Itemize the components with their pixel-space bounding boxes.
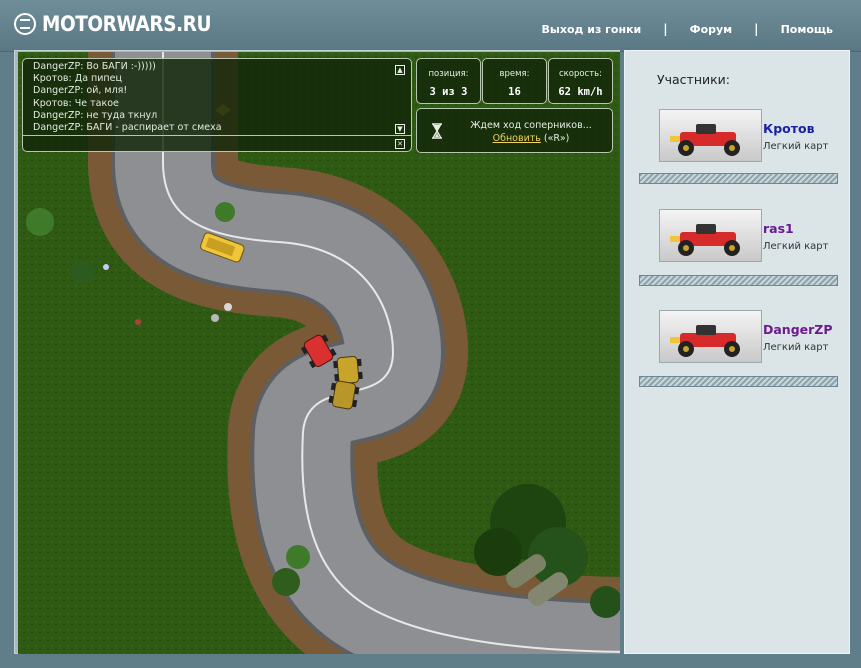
site-header: MOTORWARS.RU Выход из гонки | Форум | По… — [0, 0, 861, 52]
participant-divider — [639, 173, 838, 184]
position-label: позиция: — [428, 69, 469, 79]
participant-name[interactable]: ras1 — [763, 221, 794, 236]
chat-message: DangerZP: не туда ткнул — [33, 109, 158, 121]
participant-kart-type: Легкий карт — [763, 342, 829, 353]
position-value: 3 из 3 — [429, 86, 468, 98]
speed-value: 62 km/h — [558, 86, 603, 98]
speed-label: скорость: — [558, 69, 603, 79]
turn-status-panel: Ждем ход соперников... Обновить («R») — [416, 108, 613, 153]
exit-race-link[interactable]: Выход из гонки — [542, 23, 642, 36]
participant-divider — [639, 275, 838, 286]
chat-divider — [23, 135, 411, 136]
participant-name[interactable]: Кротов — [763, 121, 815, 136]
help-link[interactable]: Помощь — [781, 23, 833, 36]
nav-separator: | — [754, 22, 759, 36]
time-label: время: — [499, 69, 530, 79]
refresh-link[interactable]: Обновить — [493, 133, 541, 144]
chat-author: DangerZP — [33, 109, 81, 121]
status-text: Ждем ход соперников... Обновить («R») — [453, 119, 609, 145]
participant-card[interactable]: DangerZP Легкий карт — [659, 310, 859, 366]
chat-author: DangerZP — [33, 122, 81, 134]
chat-text: ой, мля! — [83, 85, 128, 97]
chat-author: DangerZP — [33, 85, 81, 97]
participant-kart-type: Легкий карт — [763, 241, 829, 252]
forum-link[interactable]: Форум — [690, 23, 733, 36]
chat-text: Да пипец — [71, 73, 122, 85]
top-navigation: Выход из гонки | Форум | Помощь — [542, 22, 833, 36]
chat-panel: DangerZP: Во БАГИ :-))))) Кротов: Да пип… — [22, 58, 412, 152]
chat-close-icon[interactable]: ✕ — [395, 139, 405, 149]
chat-author: DangerZP — [33, 61, 81, 72]
chat-message: Кротов: Да пипец — [33, 73, 122, 85]
site-logo[interactable]: MOTORWARS.RU — [14, 12, 234, 36]
chat-text: Че такое — [71, 97, 119, 109]
chat-scroll-up-icon[interactable]: ▲ — [395, 65, 405, 75]
kart-icon — [670, 124, 740, 156]
time-panel: время: 16 — [482, 58, 547, 104]
participant-card[interactable]: Кротов Легкий карт — [659, 109, 859, 165]
chat-message: DangerZP: БАГИ - распирает от смеха — [33, 122, 222, 134]
chat-text: не туда ткнул — [83, 109, 158, 121]
kart-image — [659, 209, 762, 262]
chat-author: Кротов — [33, 73, 69, 85]
refresh-hint: («R») — [540, 133, 570, 144]
chat-message: Кротов: Че такое — [33, 97, 119, 109]
logo-text: MOTORWARS.RU — [42, 12, 212, 36]
chat-log: DangerZP: Во БАГИ :-))))) Кротов: Да пип… — [33, 61, 395, 134]
kart-image — [659, 310, 762, 363]
participants-sidebar: Участники: Кротов Легкий карт ras1 Легки… — [624, 50, 850, 654]
participant-divider — [639, 376, 838, 387]
chat-message: DangerZP: Во БАГИ :-))))) — [33, 61, 156, 72]
hourglass-icon — [432, 123, 442, 139]
participant-kart-type: Легкий карт — [763, 141, 829, 152]
speed-panel: скорость: 62 km/h — [548, 58, 613, 104]
participant-card[interactable]: ras1 Легкий карт — [659, 209, 859, 265]
chat-text: БАГИ - распирает от смеха — [83, 122, 222, 134]
chat-text: Во БАГИ :-))))) — [83, 61, 156, 72]
chat-author: Кротов — [33, 97, 69, 109]
chat-scroll-down-icon[interactable]: ▼ — [395, 124, 405, 134]
position-panel: позиция: 3 из 3 — [416, 58, 481, 104]
kart-image — [659, 109, 762, 162]
kart-icon — [670, 224, 740, 256]
participant-name[interactable]: DangerZP — [763, 322, 833, 337]
chat-message: DangerZP: ой, мля! — [33, 85, 128, 97]
status-message: Ждем ход соперников... — [470, 120, 592, 131]
participants-title: Участники: — [657, 72, 730, 87]
nav-separator: | — [663, 22, 668, 36]
logo-icon — [14, 13, 36, 35]
kart-icon — [670, 325, 740, 357]
time-value: 16 — [508, 86, 521, 98]
